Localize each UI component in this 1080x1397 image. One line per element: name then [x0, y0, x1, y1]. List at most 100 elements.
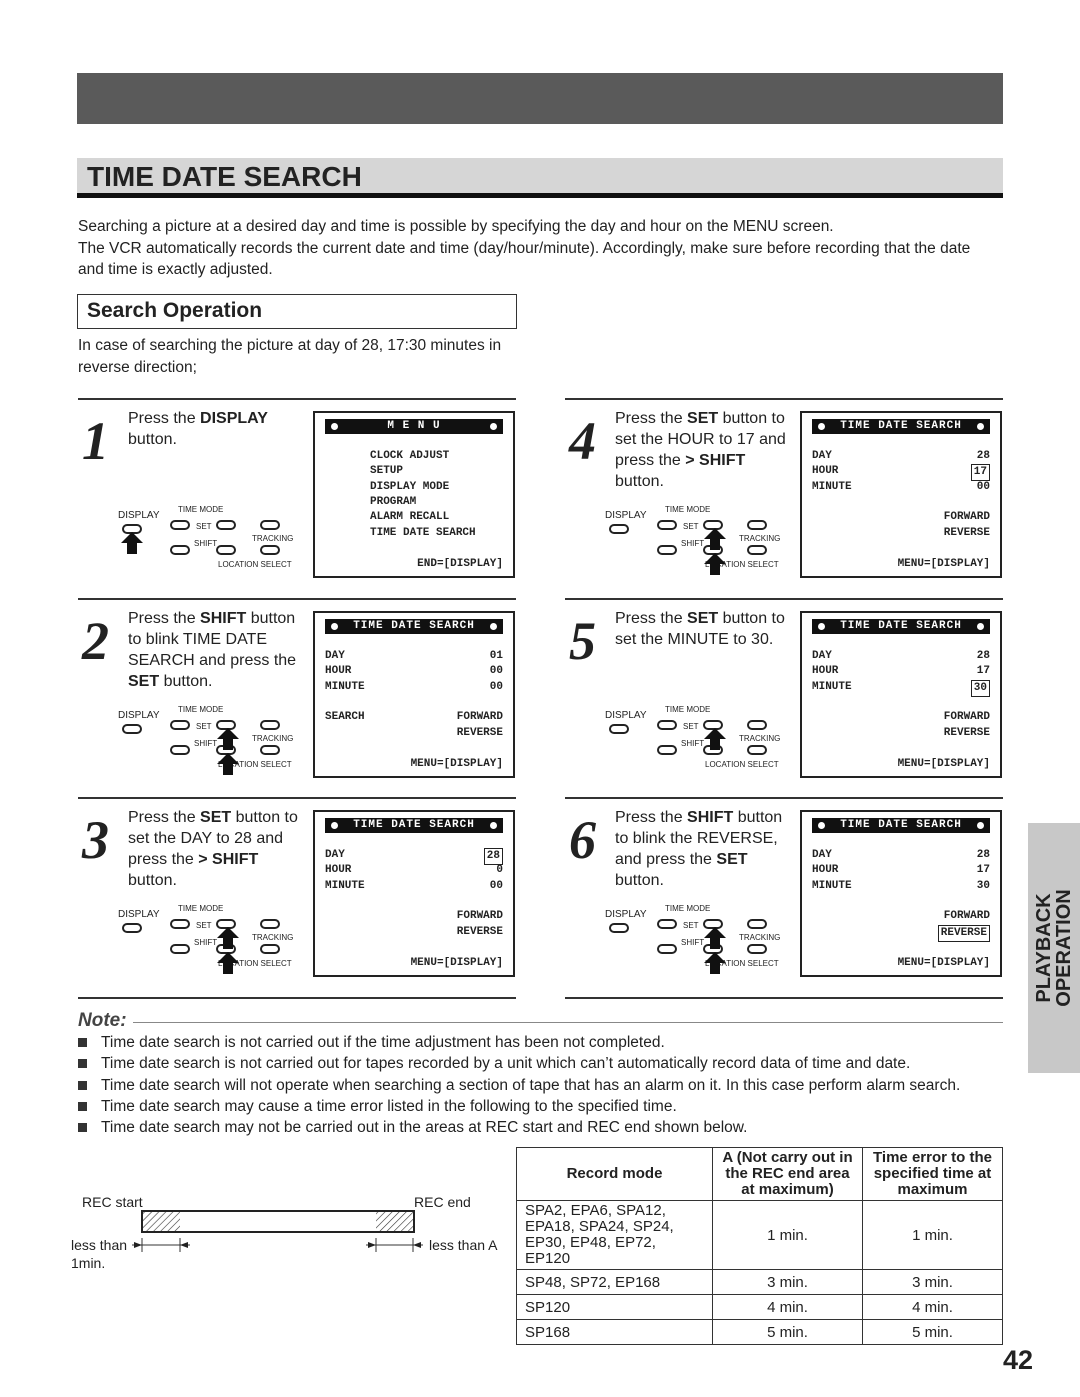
row-label: HOUR [812, 465, 839, 478]
menu-screen: TIME DATE SEARCH DAY 28 HOUR 17 MINUTE 30 FORWA… [800, 611, 1002, 778]
table-row: SP120 4 min. 4 min. [516, 1294, 1003, 1320]
row-value: 0 [496, 864, 503, 877]
step-instruction: Press the SHIFT button to blink the REVE… [615, 807, 795, 891]
row-label: DAY [325, 849, 345, 861]
set-label: SET [196, 722, 212, 731]
screen-footer: MENU=[DISPLAY] [897, 558, 990, 570]
header-time-error: Time error to the specified time at maxi… [862, 1147, 1003, 1201]
screen-row: REVERSE [812, 726, 990, 741]
tracking-up-button[interactable] [747, 720, 767, 730]
page-title: TIME DATE SEARCH [87, 161, 362, 192]
time-mode-label: TIME MODE [665, 505, 711, 514]
note-text: Time date search may cause a time error … [101, 1097, 677, 1115]
case-text: In case of searching the picture at day … [78, 335, 1008, 378]
dot-icon [331, 822, 338, 829]
set-label: SET [196, 921, 212, 930]
dot-icon [331, 423, 338, 430]
tracking-up-button[interactable] [260, 520, 280, 530]
step-number: 3 [82, 810, 109, 870]
screen-header: TIME DATE SEARCH [812, 619, 990, 634]
screen-row: HOUR 17 [812, 664, 990, 679]
tracking-down-button[interactable] [747, 545, 767, 555]
tracking-down-button[interactable] [260, 944, 280, 954]
display-button[interactable] [122, 724, 142, 734]
time-mode-minus-button[interactable] [170, 720, 190, 730]
display-button[interactable] [609, 524, 629, 534]
dot-icon [331, 623, 338, 630]
table-cell: 1 min. [862, 1200, 1003, 1270]
press-arrow-icon [217, 753, 239, 775]
press-arrow-icon [704, 528, 726, 550]
tracking-up-button[interactable] [747, 919, 767, 929]
row-value: FORWARD [943, 511, 990, 524]
time-mode-minus-button[interactable] [657, 720, 677, 730]
shift-left-button[interactable] [657, 745, 677, 755]
tracking-label: TRACKING [252, 534, 294, 543]
display-button[interactable] [609, 923, 629, 933]
note-text: Time date search is not carried out if t… [101, 1034, 665, 1051]
menu-screen: TIME DATE SEARCH DAY 01 HOUR 00 MINUTE 00 SEARC… [313, 611, 515, 778]
row-label: MINUTE [812, 879, 852, 892]
time-mode-minus-button[interactable] [170, 520, 190, 530]
shift-left-button[interactable] [170, 944, 190, 954]
dot-icon [977, 623, 984, 630]
row-label: DISPLAY MODE [370, 480, 450, 493]
shift-left-button[interactable] [657, 944, 677, 954]
page-number: 42 [1003, 1345, 1034, 1375]
display-label: DISPLAY [118, 710, 160, 721]
row-label: HOUR [812, 864, 839, 877]
table-row: SPA2, EPA6, SPA12, EPA18, SPA24, SP24, E… [516, 1200, 1003, 1270]
tracking-label: TRACKING [739, 734, 781, 743]
shift-right-button[interactable] [216, 545, 236, 555]
row-label: TIME DATE SEARCH [370, 526, 476, 539]
set-label: SET [683, 921, 699, 930]
display-button[interactable] [609, 724, 629, 734]
note-text: Time date search may not be carried out … [101, 1119, 748, 1137]
note-text: Time date search will not operate when s… [101, 1076, 961, 1094]
screen-row: SEARCH FORWARD [325, 710, 503, 725]
time-mode-minus-button[interactable] [170, 919, 190, 929]
display-label: DISPLAY [605, 909, 647, 920]
display-label: DISPLAY [605, 510, 647, 521]
screen-footer: MENU=[DISPLAY] [897, 957, 990, 969]
display-button[interactable] [122, 923, 142, 933]
dot-icon [490, 822, 497, 829]
tracking-label: TRACKING [252, 933, 294, 942]
screen-row: REVERSE [325, 925, 503, 940]
remote-panel: DISPLAY TIME MODE SET TRACKING SHIFT LOC… [118, 705, 308, 785]
shift-left-button[interactable] [170, 745, 190, 755]
display-label: DISPLAY [605, 710, 647, 721]
tracking-down-button[interactable] [260, 545, 280, 555]
table-cell: SP168 [516, 1319, 713, 1345]
row-value: REVERSE [456, 925, 503, 938]
menu-screen: M E N U CLOCK ADJUST SETUP DISPLAY MODE PROG… [313, 411, 515, 578]
start-hatch [143, 1212, 180, 1231]
screen-row: TIME DATE SEARCH [370, 526, 548, 541]
screen-footer: MENU=[DISPLAY] [410, 758, 503, 770]
screen-row: MINUTE 00 [812, 480, 990, 495]
set-button[interactable] [216, 520, 236, 530]
screen-row: HOUR 0 [325, 863, 503, 878]
time-mode-minus-button[interactable] [657, 520, 677, 530]
shift-left-button[interactable] [170, 545, 190, 555]
screen-header: TIME DATE SEARCH [812, 419, 990, 434]
shift-left-button[interactable] [657, 545, 677, 555]
remote-panel: DISPLAY TIME MODE SET TRACKING SHIFT LOC… [605, 705, 795, 785]
tracking-down-button[interactable] [747, 745, 767, 755]
dot-icon [818, 423, 825, 430]
time-mode-label: TIME MODE [178, 505, 224, 514]
tracking-up-button[interactable] [260, 919, 280, 929]
step-number: 5 [569, 611, 596, 671]
row-label: CLOCK ADJUST [370, 450, 450, 462]
screen-footer: END=[DISPLAY] [417, 558, 503, 570]
screen-row: FORWARD [812, 710, 990, 725]
row-label: DAY [325, 650, 345, 662]
tracking-down-button[interactable] [747, 944, 767, 954]
tracking-up-button[interactable] [260, 720, 280, 730]
tracking-down-button[interactable] [260, 745, 280, 755]
time-mode-minus-button[interactable] [657, 919, 677, 929]
table-row: SP48, SP72, EP168 3 min. 3 min. [516, 1269, 1003, 1295]
left-label-2: 1min. [71, 1255, 106, 1271]
tracking-up-button[interactable] [747, 520, 767, 530]
end-hatch [376, 1212, 413, 1231]
